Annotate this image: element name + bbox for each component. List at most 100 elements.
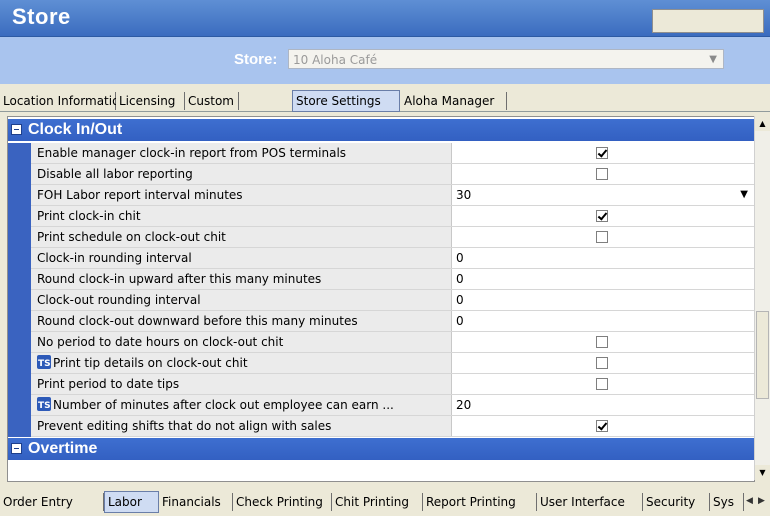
row-gutter bbox=[8, 290, 31, 311]
scroll-thumb[interactable] bbox=[756, 311, 769, 399]
checkbox-checked[interactable] bbox=[596, 420, 608, 432]
tab-custom[interactable]: Custom bbox=[185, 92, 239, 110]
setting-row[interactable]: TS Print tip details on clock-out chit bbox=[8, 353, 754, 374]
setting-label: Print period to date tips bbox=[31, 374, 452, 394]
collapse-icon[interactable] bbox=[11, 443, 22, 454]
setting-row[interactable]: Round clock-out downward before this man… bbox=[8, 311, 754, 332]
scroll-down-icon[interactable]: ▼ bbox=[755, 465, 770, 480]
row-gutter bbox=[8, 248, 31, 269]
section-title: Overtime bbox=[28, 440, 98, 457]
setting-label: No period to date hours on clock-out chi… bbox=[31, 332, 452, 352]
store-selector-bar: Store: 10 Aloha Café ▼ bbox=[0, 37, 770, 84]
row-gutter bbox=[8, 227, 31, 248]
row-gutter bbox=[8, 374, 31, 395]
checkbox-checked[interactable] bbox=[596, 210, 608, 222]
scroll-right-icon[interactable]: ▶ bbox=[758, 496, 765, 506]
setting-row[interactable]: Print clock-in chit bbox=[8, 206, 754, 227]
row-gutter bbox=[8, 143, 31, 164]
row-gutter bbox=[8, 269, 31, 290]
chevron-down-icon[interactable]: ▼ bbox=[740, 185, 748, 205]
row-gutter bbox=[8, 185, 31, 206]
setting-row[interactable]: No period to date hours on clock-out chi… bbox=[8, 332, 754, 353]
setting-label: Number of minutes after clock out employ… bbox=[53, 398, 394, 412]
setting-label-with-icon: TS Number of minutes after clock out emp… bbox=[31, 395, 452, 415]
setting-label: FOH Labor report interval minutes bbox=[31, 185, 452, 205]
setting-label: Clock-in rounding interval bbox=[31, 248, 452, 268]
tab-sys[interactable]: Sys bbox=[710, 493, 744, 511]
vertical-scrollbar[interactable]: ▲ ▼ bbox=[754, 116, 770, 480]
setting-row[interactable]: Print schedule on clock-out chit bbox=[8, 227, 754, 248]
setting-label: Round clock-in upward after this many mi… bbox=[31, 269, 452, 289]
setting-label: Round clock-out downward before this man… bbox=[31, 311, 452, 331]
chevron-down-icon[interactable]: ▼ bbox=[709, 50, 717, 70]
setting-text-value[interactable]: 0 bbox=[452, 311, 754, 331]
setting-label: Print clock-in chit bbox=[31, 206, 452, 226]
section-overtime[interactable]: Overtime bbox=[8, 438, 754, 460]
settings-grid: Clock In/Out Enable manager clock-in rep… bbox=[7, 116, 755, 482]
tab-aloha-manager[interactable]: Aloha Manager bbox=[401, 92, 507, 110]
setting-value[interactable] bbox=[452, 416, 754, 436]
scroll-up-icon[interactable]: ▲ bbox=[755, 116, 770, 131]
section-clock-in-out[interactable]: Clock In/Out bbox=[8, 119, 754, 141]
tab-security[interactable]: Security bbox=[643, 493, 710, 511]
checkbox-unchecked[interactable] bbox=[596, 378, 608, 390]
setting-label-with-icon: TS Print tip details on clock-out chit bbox=[31, 353, 452, 373]
setting-value[interactable] bbox=[452, 227, 754, 247]
store-label: Store: bbox=[234, 51, 278, 68]
title-field[interactable] bbox=[652, 9, 764, 33]
scroll-left-icon[interactable]: ◀ bbox=[746, 496, 753, 506]
ts-icon: TS bbox=[37, 397, 51, 411]
setting-value[interactable] bbox=[452, 143, 754, 163]
row-gutter bbox=[8, 164, 31, 185]
setting-row[interactable]: Enable manager clock-in report from POS … bbox=[8, 143, 754, 164]
tab-financials[interactable]: Financials bbox=[159, 493, 233, 511]
top-tab-strip: Location Information Licensing Custom St… bbox=[0, 89, 770, 112]
bottom-tab-strip: Order Entry Labor Financials Check Print… bbox=[0, 490, 770, 516]
setting-row[interactable]: Clock-out rounding interval 0 bbox=[8, 290, 754, 311]
setting-value[interactable] bbox=[452, 332, 754, 352]
setting-row[interactable]: Clock-in rounding interval 0 bbox=[8, 248, 754, 269]
section-title: Clock In/Out bbox=[28, 121, 123, 138]
setting-row[interactable]: FOH Labor report interval minutes 30 ▼ bbox=[8, 185, 754, 206]
tab-chit-printing[interactable]: Chit Printing bbox=[332, 493, 423, 511]
tab-labor[interactable]: Labor bbox=[104, 491, 159, 513]
svg-text:TS: TS bbox=[38, 401, 51, 411]
setting-label: Clock-out rounding interval bbox=[31, 290, 452, 310]
checkbox-unchecked[interactable] bbox=[596, 336, 608, 348]
setting-label: Print schedule on clock-out chit bbox=[31, 227, 452, 247]
setting-label: Prevent editing shifts that do not align… bbox=[31, 416, 452, 436]
ts-icon: TS bbox=[37, 355, 51, 369]
tab-user-interface[interactable]: User Interface bbox=[537, 493, 643, 511]
tab-location-information[interactable]: Location Information bbox=[0, 92, 127, 110]
checkbox-unchecked[interactable] bbox=[596, 231, 608, 243]
setting-row[interactable]: Disable all labor reporting bbox=[8, 164, 754, 185]
setting-value[interactable] bbox=[452, 164, 754, 184]
setting-text-value[interactable]: 0 bbox=[452, 290, 754, 310]
tab-report-printing[interactable]: Report Printing bbox=[423, 493, 537, 511]
setting-text-value[interactable]: 20 bbox=[452, 395, 754, 415]
checkbox-unchecked[interactable] bbox=[596, 168, 608, 180]
tab-store-settings[interactable]: Store Settings bbox=[292, 90, 400, 112]
setting-value[interactable] bbox=[452, 206, 754, 226]
tab-licensing[interactable]: Licensing bbox=[116, 92, 185, 110]
checkbox-unchecked[interactable] bbox=[596, 357, 608, 369]
window-title: Store bbox=[12, 4, 71, 29]
setting-value[interactable] bbox=[452, 353, 754, 373]
setting-text-value[interactable]: 0 bbox=[452, 269, 754, 289]
row-gutter bbox=[8, 416, 31, 437]
tab-order-entry[interactable]: Order Entry bbox=[0, 493, 104, 511]
row-gutter bbox=[8, 395, 31, 416]
setting-dropdown[interactable]: 30 ▼ bbox=[452, 185, 754, 205]
store-select-value: 10 Aloha Café bbox=[293, 53, 378, 67]
setting-text-value[interactable]: 0 bbox=[452, 248, 754, 268]
collapse-icon[interactable] bbox=[11, 124, 22, 135]
store-select[interactable]: 10 Aloha Café ▼ bbox=[288, 49, 724, 69]
setting-value[interactable] bbox=[452, 374, 754, 394]
row-gutter bbox=[8, 206, 31, 227]
checkbox-checked[interactable] bbox=[596, 147, 608, 159]
tab-check-printing[interactable]: Check Printing bbox=[233, 493, 332, 511]
setting-row[interactable]: TS Number of minutes after clock out emp… bbox=[8, 395, 754, 416]
setting-row[interactable]: Print period to date tips bbox=[8, 374, 754, 395]
setting-row[interactable]: Prevent editing shifts that do not align… bbox=[8, 416, 754, 437]
setting-row[interactable]: Round clock-in upward after this many mi… bbox=[8, 269, 754, 290]
